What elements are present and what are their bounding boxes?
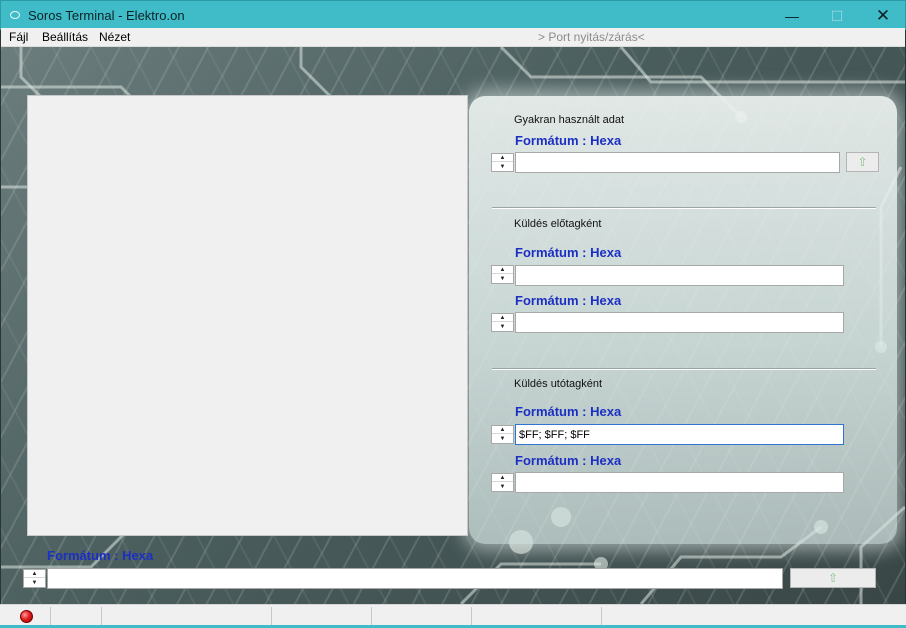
prefix-spinner-1[interactable]: ▲ ▼ (491, 265, 514, 284)
status-cell (51, 607, 102, 625)
menu-file[interactable]: Fájl (9, 30, 28, 44)
menu-bar: Fájl Beállítás Nézet > Port nyitás/zárás… (1, 28, 905, 47)
receive-textarea[interactable] (27, 95, 468, 536)
suffix-spinner-1[interactable]: ▲ ▼ (491, 425, 514, 444)
prefix-spinner-2[interactable]: ▲ ▼ (491, 313, 514, 332)
menu-settings[interactable]: Beállítás (42, 30, 88, 44)
spin-up-icon[interactable]: ▲ (492, 314, 513, 322)
minimize-button[interactable]: — (769, 1, 815, 31)
spin-down-icon[interactable]: ▼ (492, 163, 513, 171)
prefix-label: Küldés előtagként (514, 218, 602, 230)
send-button[interactable]: ⇧ (790, 568, 876, 588)
spin-down-icon[interactable]: ▼ (24, 579, 45, 587)
spin-up-icon[interactable]: ▲ (24, 570, 45, 578)
separator (492, 368, 876, 370)
frequent-spinner[interactable]: ▲ ▼ (491, 153, 514, 172)
frequent-send-button[interactable]: ⇧ (846, 152, 879, 172)
spin-down-icon[interactable]: ▼ (492, 435, 513, 443)
spin-down-icon[interactable]: ▼ (492, 275, 513, 283)
suffix-input-2[interactable] (515, 472, 844, 493)
send-format-label: Formátum : Hexa (47, 548, 154, 563)
title-bar[interactable]: Soros Terminal - Elektro.on — ☐ ✕ (0, 0, 906, 30)
suffix-format-label-2: Formátum : Hexa (515, 453, 622, 468)
spin-up-icon[interactable]: ▲ (492, 154, 513, 162)
send-arrow-icon: ⇧ (857, 155, 868, 169)
spin-down-icon[interactable]: ▼ (492, 483, 513, 491)
client-area: Gyakran használt adat Formátum : Hexa ▲ … (1, 47, 905, 604)
frequent-data-label: Gyakran használt adat (514, 114, 625, 126)
prefix-format-label-1: Formátum : Hexa (515, 245, 622, 260)
status-cell (472, 607, 602, 625)
suffix-spinner-2[interactable]: ▲ ▼ (491, 473, 514, 492)
separator (492, 207, 876, 209)
spin-up-icon[interactable]: ▲ (492, 426, 513, 434)
frequent-data-input[interactable] (515, 152, 840, 173)
menu-view[interactable]: Nézet (99, 30, 130, 44)
spin-up-icon[interactable]: ▲ (492, 474, 513, 482)
spin-up-icon[interactable]: ▲ (492, 266, 513, 274)
app-icon (10, 11, 20, 19)
suffix-label: Küldés utótagként (514, 378, 603, 390)
send-input[interactable] (47, 568, 783, 589)
frequent-format-label: Formátum : Hexa (515, 133, 622, 148)
port-open-close-toggle[interactable]: > Port nyitás/zárás< (538, 30, 645, 44)
prefix-format-label-2: Formátum : Hexa (515, 293, 622, 308)
status-cell (372, 607, 472, 625)
spin-down-icon[interactable]: ▼ (492, 323, 513, 331)
status-bar (0, 604, 906, 628)
send-spinner[interactable]: ▲ ▼ (23, 569, 46, 588)
send-arrow-icon: ⇧ (827, 571, 839, 585)
status-cell-led (0, 607, 51, 625)
status-cell (102, 607, 272, 625)
suffix-input-1[interactable] (515, 424, 844, 445)
maximize-button[interactable]: ☐ (814, 1, 860, 31)
window-title: Soros Terminal - Elektro.on (28, 8, 185, 23)
status-cell (272, 607, 372, 625)
prefix-input-1[interactable] (515, 265, 844, 286)
close-button[interactable]: ✕ (860, 1, 906, 31)
prefix-input-2[interactable] (515, 312, 844, 333)
suffix-format-label-1: Formátum : Hexa (515, 404, 622, 419)
